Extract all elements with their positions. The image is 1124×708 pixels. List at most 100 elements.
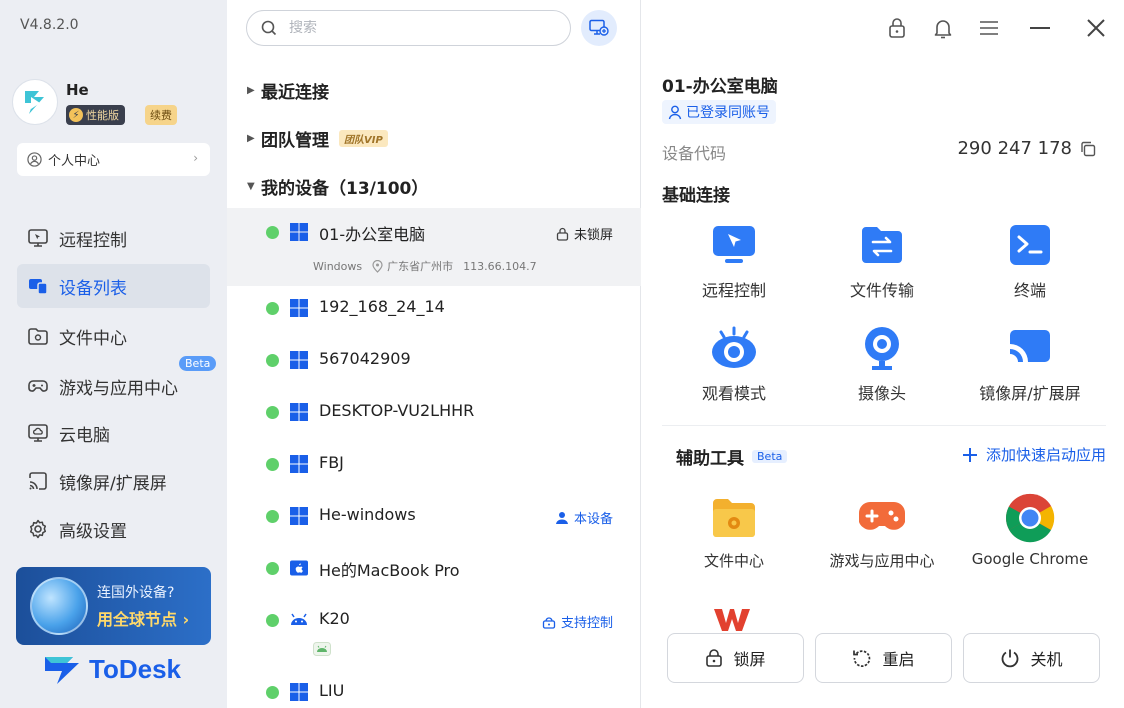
android-small-icon	[313, 642, 331, 656]
search-icon	[261, 20, 277, 36]
device-code: 290 247 178	[957, 138, 1096, 159]
lock-button[interactable]	[874, 0, 920, 56]
devices-icon	[29, 279, 48, 295]
device-row[interactable]: He的MacBook Pro	[227, 544, 641, 596]
add-quick-launch-button[interactable]: 添加快速启动应用	[962, 444, 1106, 465]
android-icon	[291, 613, 307, 625]
tier-badge: ⚡ 性能版	[66, 105, 125, 125]
nav-item-mirror-screen[interactable]: 镜像屏/扩展屏	[17, 459, 210, 503]
promo-line2: 用全球节点 ›	[97, 610, 190, 629]
device-row[interactable]: LIU	[227, 668, 641, 708]
nav-item-file-center[interactable]: 文件中心	[17, 314, 210, 358]
nav-label: 文件中心	[59, 328, 127, 349]
nav-label: 游戏与应用中心	[59, 378, 178, 399]
search-input[interactable]	[289, 20, 529, 36]
eye-icon	[712, 326, 756, 368]
tile-label: 观看模式	[701, 384, 766, 403]
device-row[interactable]: 01-办公室电脑 未锁屏 Windows 广东省广州市 113.66.104.7	[227, 208, 641, 286]
divider	[662, 425, 1106, 426]
avatar[interactable]	[12, 79, 58, 125]
folder-icon	[28, 328, 48, 345]
add-quick-launch-label: 添加快速启动应用	[985, 446, 1106, 464]
app-google-chrome-button[interactable]: Google Chrome	[956, 492, 1104, 568]
app-file-center-button[interactable]: 文件中心	[660, 492, 808, 571]
section-label: 最近连接	[261, 83, 329, 103]
gear-icon	[29, 519, 47, 539]
online-status-dot	[266, 510, 279, 523]
action-label: 锁屏	[733, 650, 766, 669]
chevron-right-icon: ›	[193, 151, 198, 165]
windows-icon	[290, 223, 308, 241]
app-game-center-button[interactable]: 游戏与应用中心	[808, 492, 956, 571]
file-transfer-icon	[862, 227, 902, 263]
device-row[interactable]: FBJ	[227, 440, 641, 492]
windows-icon	[290, 299, 308, 317]
close-button[interactable]	[1068, 0, 1124, 56]
device-name: 01-办公室电脑	[319, 225, 426, 244]
device-meta: Windows 广东省广州市 113.66.104.7	[313, 258, 537, 274]
user-name: He	[66, 81, 89, 99]
global-node-promo-banner[interactable]: 连国外设备? 用全球节点 ›	[16, 567, 211, 645]
caret-right-icon: ▶	[247, 85, 255, 96]
lock-screen-button[interactable]: 锁屏	[667, 633, 804, 683]
basic-camera-button[interactable]: 摄像头	[808, 324, 956, 404]
unlock-icon	[556, 227, 569, 241]
device-row[interactable]: K20 支持控制	[227, 596, 641, 668]
nav-label: 设备列表	[59, 278, 127, 299]
basic-mirror-screen-button[interactable]: 镜像屏/扩展屏	[956, 324, 1104, 404]
device-name: DESKTOP-VU2LHHR	[319, 401, 475, 420]
add-device-button[interactable]	[581, 10, 617, 46]
control-supported-badge[interactable]: 支持控制	[542, 612, 613, 631]
notifications-button[interactable]	[920, 0, 966, 56]
basic-remote-control-button[interactable]: 远程控制	[660, 221, 808, 301]
online-status-dot	[266, 406, 279, 419]
windows-icon	[290, 351, 308, 369]
restart-button[interactable]: 重启	[815, 633, 952, 683]
window-controls	[874, 0, 1124, 56]
minimize-button[interactable]	[1012, 0, 1068, 56]
device-location: 广东省广州市	[387, 260, 454, 273]
search-box[interactable]	[246, 10, 571, 46]
section-recent-connections[interactable]: ▶ 最近连接	[247, 78, 329, 103]
tile-label: 终端	[1013, 281, 1046, 300]
aux-beta-badge: Beta	[752, 450, 788, 463]
renew-button[interactable]: 续费	[145, 105, 177, 125]
nav-item-game-app-center[interactable]: 游戏与应用中心	[17, 364, 210, 408]
section-label: 我的设备（13/100）	[261, 179, 429, 199]
nav-item-device-list[interactable]: 设备列表	[17, 264, 210, 308]
action-label: 关机	[1030, 650, 1063, 669]
user-profile[interactable]: He ⚡ 性能版 续费	[12, 77, 212, 129]
cloud-pc-icon	[28, 424, 48, 442]
nav-label: 远程控制	[59, 230, 127, 251]
power-icon	[1002, 649, 1019, 668]
device-row[interactable]: He-windows 本设备	[227, 492, 641, 544]
shutdown-button[interactable]: 关机	[963, 633, 1100, 683]
remote-control-icon	[713, 226, 755, 263]
action-label: 重启	[882, 650, 915, 669]
windows-icon	[290, 455, 308, 473]
personal-center-button[interactable]: 个人中心 ›	[17, 143, 210, 176]
section-my-devices[interactable]: ▼ 我的设备（13/100）	[247, 174, 428, 199]
nav-label: 高级设置	[59, 521, 127, 542]
user-icon	[668, 105, 682, 119]
basic-terminal-button[interactable]: 终端	[956, 221, 1104, 301]
caret-right-icon: ▶	[247, 133, 255, 144]
basic-file-transfer-button[interactable]: 文件传输	[808, 221, 956, 301]
device-ip: 113.66.104.7	[463, 259, 537, 273]
nav-item-cloud-pc[interactable]: 云电脑	[17, 411, 210, 455]
lock-status: 未锁屏	[556, 224, 613, 243]
section-team-management[interactable]: ▶ 团队管理 团队VIP	[247, 126, 388, 151]
app-version: V4.8.2.0	[20, 17, 79, 33]
todesk-logo-icon	[25, 91, 44, 114]
device-row[interactable]: 567042909	[227, 336, 641, 388]
device-name: LIU	[319, 681, 345, 700]
device-title: 01-办公室电脑	[662, 77, 778, 97]
basic-view-mode-button[interactable]: 观看模式	[660, 324, 808, 404]
device-name: He的MacBook Pro	[319, 561, 460, 580]
device-row[interactable]: 192_168_24_14	[227, 284, 641, 336]
nav-item-advanced-settings[interactable]: 高级设置	[17, 507, 210, 551]
device-row[interactable]: DESKTOP-VU2LHHR	[227, 388, 641, 440]
menu-button[interactable]	[966, 0, 1012, 56]
copy-icon[interactable]	[1080, 141, 1096, 157]
nav-item-remote-control[interactable]: 远程控制	[17, 216, 210, 260]
